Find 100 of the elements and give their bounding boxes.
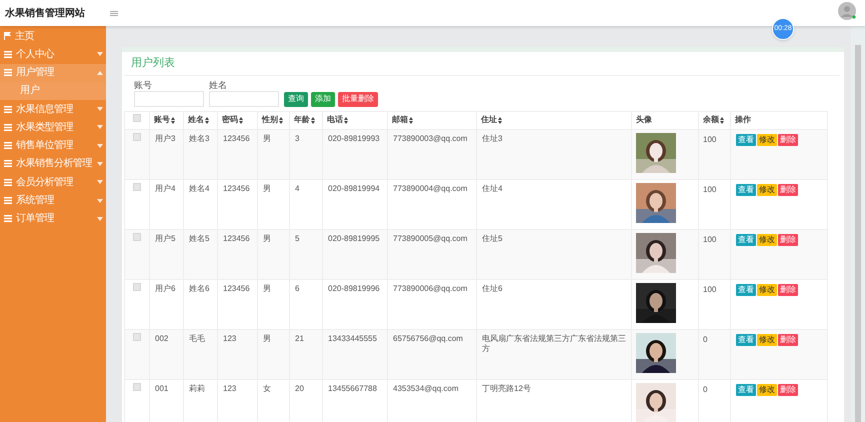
- checkbox[interactable]: [133, 232, 141, 240]
- list-icon: [4, 160, 12, 168]
- filter-label: 账号: [134, 80, 153, 90]
- table-cell: 电风扇广东省法规第三方广东省法规第三方: [476, 329, 632, 379]
- table-cell: 123456: [218, 229, 258, 279]
- view-button[interactable]: 查看: [736, 384, 756, 396]
- sort-icon[interactable]: [205, 116, 209, 124]
- sort-icon[interactable]: [311, 116, 315, 124]
- table-cell: 773890004@qq.com: [388, 179, 476, 229]
- table-cell: 020-89819996: [322, 279, 388, 329]
- edit-button[interactable]: 修改: [757, 384, 777, 396]
- sidebar-item[interactable]: 系统管理: [0, 191, 106, 210]
- sidebar-item[interactable]: 会员分析管理: [0, 173, 106, 192]
- checkbox[interactable]: [133, 382, 141, 390]
- caret-icon: [97, 70, 103, 75]
- user-avatar-icon[interactable]: [838, 2, 856, 20]
- menu-icon[interactable]: [110, 10, 118, 16]
- checkbox[interactable]: [133, 132, 141, 140]
- list-icon: [4, 106, 12, 113]
- delete-button[interactable]: 删除: [778, 134, 798, 146]
- column-header[interactable]: 姓名: [184, 111, 218, 129]
- table-cell: 100: [698, 179, 730, 229]
- sidebar-item[interactable]: 水果类型管理: [0, 118, 106, 136]
- caret-icon: [97, 107, 103, 112]
- caret-icon: [97, 52, 103, 56]
- list-icon: [4, 69, 12, 76]
- checkbox[interactable]: [133, 182, 141, 190]
- search-button[interactable]: 查询: [284, 92, 308, 106]
- table-cell: 123456: [218, 279, 258, 329]
- table-cell: 男: [258, 279, 290, 329]
- table-cell: 姓名3: [184, 129, 218, 179]
- table-cell: 020-89819995: [322, 229, 388, 279]
- table-cell: 65756756@qq.com: [388, 329, 476, 379]
- checkbox[interactable]: [133, 282, 141, 290]
- edit-button[interactable]: 修改: [757, 234, 777, 246]
- table-cell: 002: [150, 329, 184, 379]
- checkbox[interactable]: [133, 332, 141, 340]
- list-icon: [4, 142, 12, 150]
- sort-icon[interactable]: [279, 116, 283, 124]
- filter-input[interactable]: [134, 90, 204, 106]
- sidebar-item[interactable]: 用户管理: [0, 64, 106, 82]
- sidebar-item[interactable]: 水果销售分析管理: [0, 154, 106, 174]
- scrollbar[interactable]: [851, 26, 865, 422]
- table-cell: 100: [698, 129, 730, 179]
- sort-icon[interactable]: [498, 116, 502, 124]
- table-cell: 住址6: [476, 279, 632, 329]
- sidebar-subitem[interactable]: 用户: [0, 82, 106, 100]
- sort-icon[interactable]: [720, 116, 724, 124]
- sidebar-item[interactable]: 主页: [0, 27, 106, 46]
- sidebar-item[interactable]: 个人中心: [0, 45, 106, 64]
- edit-button[interactable]: 修改: [757, 134, 777, 146]
- caret-icon: [97, 144, 103, 148]
- column-header[interactable]: 电话: [322, 111, 388, 129]
- table-cell: 男: [258, 229, 290, 279]
- column-header[interactable]: 余额: [698, 111, 730, 129]
- view-button[interactable]: 查看: [736, 184, 756, 196]
- caret-icon: [97, 125, 103, 130]
- delete-button[interactable]: 删除: [778, 184, 798, 196]
- sidebar-item[interactable]: 销售单位管理: [0, 136, 106, 155]
- edit-button[interactable]: 修改: [757, 184, 777, 196]
- table-cell: 3: [290, 129, 322, 179]
- table-cell: 住址5: [476, 229, 632, 279]
- add-button[interactable]: 添加: [311, 92, 335, 106]
- column-header[interactable]: 性别: [258, 111, 290, 129]
- delete-button[interactable]: 删除: [778, 234, 798, 246]
- delete-button[interactable]: 删除: [778, 334, 798, 346]
- view-button[interactable]: 查看: [736, 134, 756, 146]
- sort-icon[interactable]: [344, 116, 348, 124]
- checkbox[interactable]: [133, 114, 141, 122]
- column-header: 操作: [730, 111, 828, 129]
- column-header[interactable]: 邮箱: [388, 111, 476, 129]
- sort-icon[interactable]: [409, 116, 413, 124]
- delete-button[interactable]: 删除: [778, 284, 798, 296]
- table-cell: 0: [698, 329, 730, 379]
- column-header[interactable]: 年龄: [290, 111, 322, 129]
- column-header: 头像: [632, 111, 698, 129]
- delete-button[interactable]: 批量删除: [338, 92, 378, 106]
- view-button[interactable]: 查看: [736, 234, 756, 246]
- site-title: 水果销售管理网站: [5, 6, 86, 20]
- sort-icon[interactable]: [171, 116, 175, 124]
- caret-icon: [97, 198, 103, 203]
- delete-button[interactable]: 删除: [778, 384, 798, 396]
- sidebar-item[interactable]: 水果信息管理: [0, 100, 106, 118]
- edit-button[interactable]: 修改: [757, 284, 777, 296]
- column-header[interactable]: 住址: [476, 111, 632, 129]
- column-header[interactable]: 密码: [218, 111, 258, 129]
- table-cell: 4: [290, 179, 322, 229]
- sidebar-item[interactable]: 订单管理: [0, 210, 106, 228]
- table-cell: 100: [698, 229, 730, 279]
- edit-button[interactable]: 修改: [757, 334, 777, 346]
- filter-input[interactable]: [209, 90, 279, 106]
- table-cell: 住址3: [476, 129, 632, 179]
- sort-icon[interactable]: [239, 116, 243, 124]
- filter-label: 姓名: [209, 80, 228, 90]
- view-button[interactable]: 查看: [736, 284, 756, 296]
- table-cell: 姓名6: [184, 279, 218, 329]
- column-header[interactable]: 账号: [150, 111, 184, 129]
- table-cell: 773890006@qq.com: [388, 279, 476, 329]
- view-button[interactable]: 查看: [736, 334, 756, 346]
- table-cell: 020-89819993: [322, 129, 388, 179]
